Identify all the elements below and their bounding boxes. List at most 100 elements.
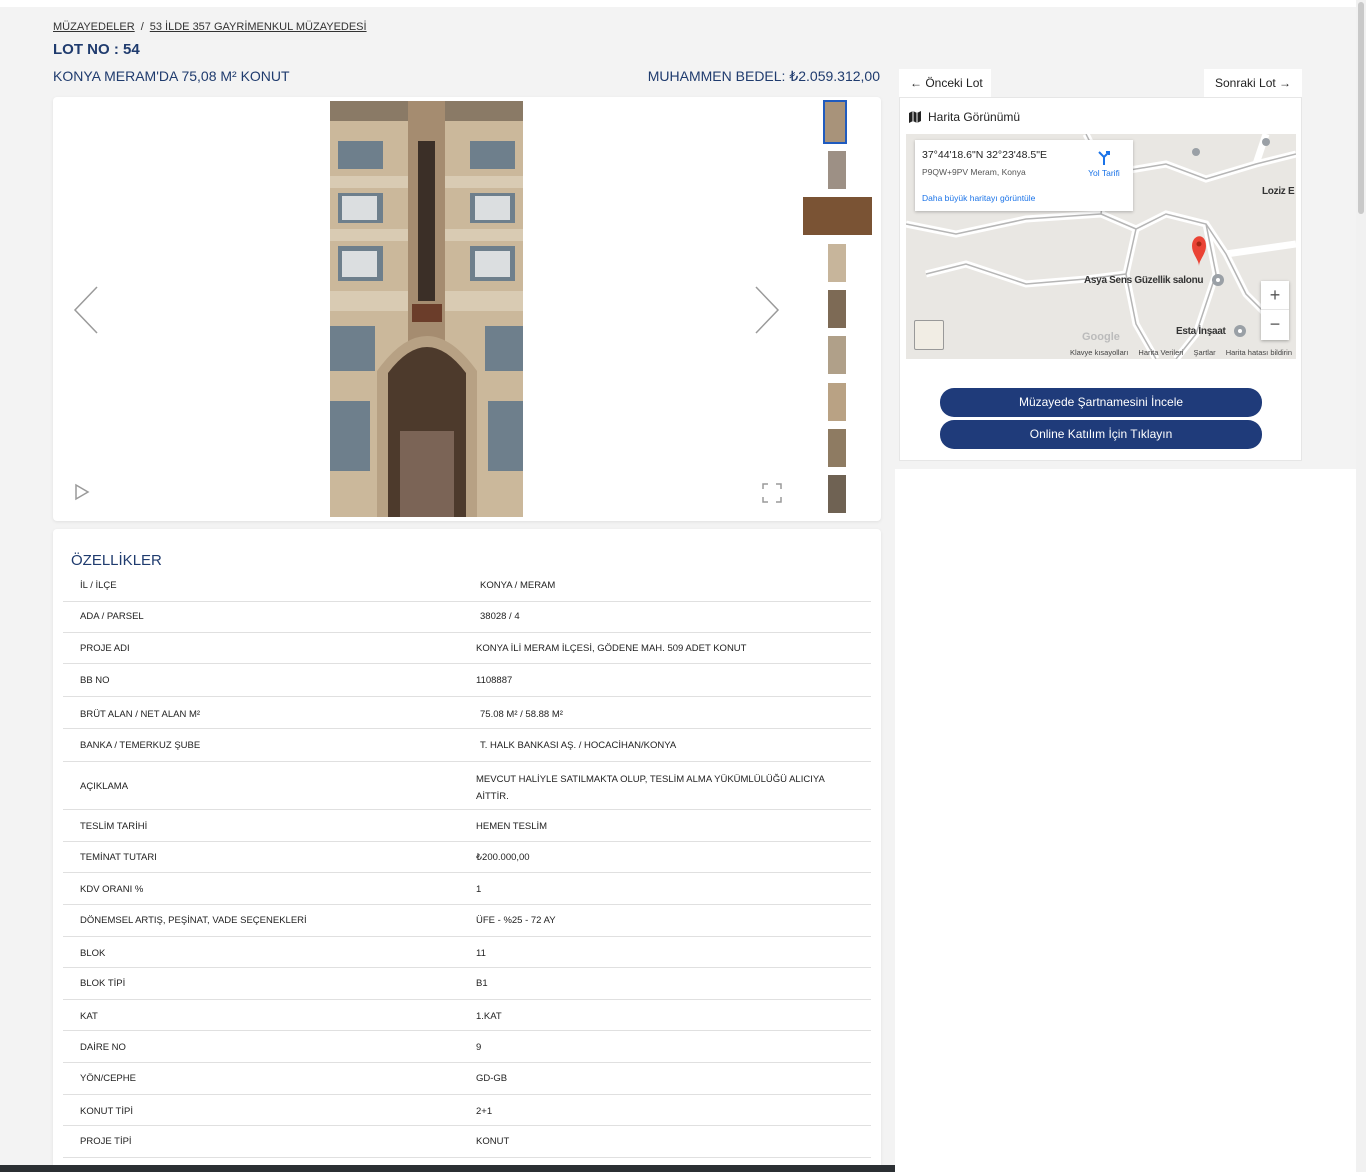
- thumbnail[interactable]: [828, 151, 846, 189]
- feature-row: İL / İLÇE KONYA / MERAM: [63, 571, 871, 602]
- thumbnail[interactable]: [828, 383, 846, 421]
- fullscreen-icon: [762, 483, 782, 503]
- google-logo: Google: [1082, 331, 1120, 343]
- next-photo-arrow[interactable]: [746, 282, 786, 342]
- feature-value: MEVCUT HALİYLE SATILMAKTA OLUP, TESLİM A…: [476, 774, 825, 802]
- thumbnail[interactable]: [828, 290, 846, 328]
- thumbnail[interactable]: [823, 100, 847, 144]
- chevron-left-icon: [72, 285, 99, 335]
- directions-button[interactable]: Yol Tarifi: [1084, 150, 1124, 178]
- feature-key: BB NO: [80, 675, 110, 686]
- map-place-label: Loziz E: [1262, 186, 1295, 197]
- map-footer-link[interactable]: Klavye kısayolları: [1070, 348, 1128, 357]
- map-coordinates: 37°44'18.6"N 32°23'48.5"E: [922, 149, 1047, 161]
- map-header: Harita Görünümü: [908, 110, 1020, 124]
- arrow-left-icon: ←: [910, 76, 922, 90]
- slideshow-play-button[interactable]: [71, 482, 91, 502]
- thumbnail[interactable]: [828, 475, 846, 513]
- online-participation-button[interactable]: Online Katılım İçin Tıklayın: [940, 420, 1262, 449]
- feature-value: 1108887: [476, 675, 513, 686]
- feature-value: B1: [476, 978, 488, 989]
- breadcrumb-auctions-link[interactable]: MÜZAYEDELER: [53, 21, 135, 33]
- previous-lot-button[interactable]: ← Önceki Lot: [899, 69, 991, 97]
- map-icon: [909, 111, 921, 123]
- feature-row: BANKA / TEMERKUZ ŞUBE T. HALK BANKASI AŞ…: [63, 729, 871, 762]
- previous-lot-label: Önceki Lot: [925, 76, 983, 90]
- feature-value: 2+1: [476, 1106, 493, 1117]
- page-scrollbar-thumb[interactable]: [1358, 2, 1364, 214]
- street-view-button[interactable]: [914, 320, 944, 350]
- feature-value: 38028 / 4: [480, 611, 520, 622]
- feature-key: PROJE TİPİ: [80, 1136, 132, 1147]
- breadcrumb-separator: /: [140, 21, 144, 33]
- feature-row: BB NO 1108887: [63, 664, 871, 697]
- features-panel: ÖZELLİKLER İL / İLÇE KONYA / MERAM ADA /…: [53, 529, 881, 1172]
- feature-value: 75.08 M² / 58.88 M²: [480, 709, 563, 720]
- feature-value: KONYA / MERAM: [480, 580, 556, 591]
- feature-key: TESLİM TARİHİ: [80, 821, 148, 832]
- feature-key: BLOK: [80, 948, 106, 959]
- zoom-out-button[interactable]: −: [1261, 310, 1289, 339]
- feature-row: YÖN/CEPHE GD-GB: [63, 1063, 871, 1095]
- map-zoom-control: + −: [1261, 281, 1289, 340]
- feature-value: 9: [476, 1042, 482, 1053]
- thumbnail-strip: [800, 100, 876, 517]
- feature-value: 1: [476, 884, 482, 895]
- map-place-label: Asya Sens Güzellik salonu: [1084, 275, 1204, 286]
- embedded-map[interactable]: Asya Sens Güzellik salonu Esta İnşaat Lo…: [906, 134, 1296, 359]
- thumbnail[interactable]: [828, 244, 846, 282]
- feature-row: DÖNEMSEL ARTIŞ, PEŞİNAT, VADE SEÇENEKLER…: [63, 905, 871, 937]
- view-specification-button[interactable]: Müzayede Şartnamesini İncele: [940, 388, 1262, 417]
- map-header-label: Harita Görünümü: [928, 110, 1021, 124]
- breadcrumb: MÜZAYEDELER / 53 İLDE 357 GAYRİMENKUL MÜZA…: [53, 21, 367, 33]
- thumbnail[interactable]: [803, 197, 872, 235]
- features-heading: ÖZELLİKLER: [71, 552, 162, 569]
- feature-key: DÖNEMSEL ARTIŞ, PEŞİNAT, VADE SEÇENEKLER…: [80, 915, 307, 926]
- feature-key: İL / İLÇE: [80, 580, 117, 591]
- feature-row: PROJE ADI KONYA İLİ MERAM İLÇESİ, GÖDENE…: [63, 633, 871, 664]
- feature-key: AÇIKLAMA: [80, 781, 129, 792]
- feature-row: KONUT TİPİ 2+1: [63, 1095, 871, 1126]
- map-footer-link[interactable]: Harita hatası bildirin: [1226, 348, 1292, 357]
- feature-row: DAİRE NO 9: [63, 1031, 871, 1063]
- thumbnail[interactable]: [828, 429, 846, 467]
- feature-row: TESLİM TARİHİ HEMEN TESLİM: [63, 810, 871, 842]
- map-footer: Klavye kısayolları Harita Verileri Şartl…: [1062, 348, 1292, 357]
- previous-photo-arrow[interactable]: [67, 282, 107, 342]
- feature-value: 1.KAT: [476, 1011, 502, 1022]
- feature-value: ÜFE - %25 - 72 AY: [476, 915, 556, 926]
- estimated-price: MUHAMMEN BEDEL: ₺2.059.312,00: [647, 68, 880, 84]
- feature-key: DAİRE NO: [80, 1042, 126, 1053]
- feature-row: KDV ORANI % 1: [63, 873, 871, 905]
- feature-key: BRÜT ALAN / NET ALAN M²: [80, 709, 201, 720]
- thumbnail[interactable]: [828, 336, 846, 374]
- lot-number: LOT NO : 54: [53, 41, 140, 58]
- feature-value: ₺200.000,00: [476, 852, 530, 863]
- play-icon: [75, 483, 90, 501]
- page-background-right: [895, 469, 1366, 1172]
- map-footer-link[interactable]: Şartlar: [1194, 348, 1216, 357]
- fullscreen-button[interactable]: [761, 482, 783, 504]
- feature-value: KONUT: [476, 1136, 510, 1147]
- feature-value: HEMEN TESLİM: [476, 821, 548, 832]
- feature-row: KAT 1.KAT: [63, 1000, 871, 1031]
- map-footer-link[interactable]: Harita Verileri: [1138, 348, 1183, 357]
- next-lot-button[interactable]: Sonraki Lot →: [1204, 69, 1302, 97]
- feature-key: KDV ORANI %: [80, 884, 144, 895]
- zoom-in-button[interactable]: +: [1261, 281, 1289, 310]
- feature-value: KONYA İLİ MERAM İLÇESİ, GÖDENE MAH. 509 …: [476, 643, 747, 654]
- feature-key: YÖN/CEPHE: [80, 1073, 136, 1084]
- feature-row: BLOK 11: [63, 937, 871, 968]
- feature-key: BLOK TİPİ: [80, 978, 126, 989]
- directions-label: Yol Tarifi: [1088, 168, 1120, 178]
- arrow-right-icon: →: [1279, 76, 1292, 90]
- chevron-right-icon: [754, 285, 781, 335]
- top-band: [0, 0, 1366, 7]
- bigger-map-link[interactable]: Daha büyük haritayı görüntüle: [922, 193, 1035, 203]
- feature-key: KONUT TİPİ: [80, 1106, 133, 1117]
- feature-row: ADA / PARSEL 38028 / 4: [63, 602, 871, 633]
- breadcrumb-auction-link[interactable]: 53 İLDE 357 GAYRİMENKUL MÜZAYEDESİ: [150, 21, 367, 33]
- map-place-label: Esta İnşaat: [1176, 326, 1226, 337]
- main-photo[interactable]: [330, 101, 523, 517]
- map-info-card: 37°44'18.6"N 32°23'48.5"E P9QW+9PV Meram…: [915, 140, 1133, 211]
